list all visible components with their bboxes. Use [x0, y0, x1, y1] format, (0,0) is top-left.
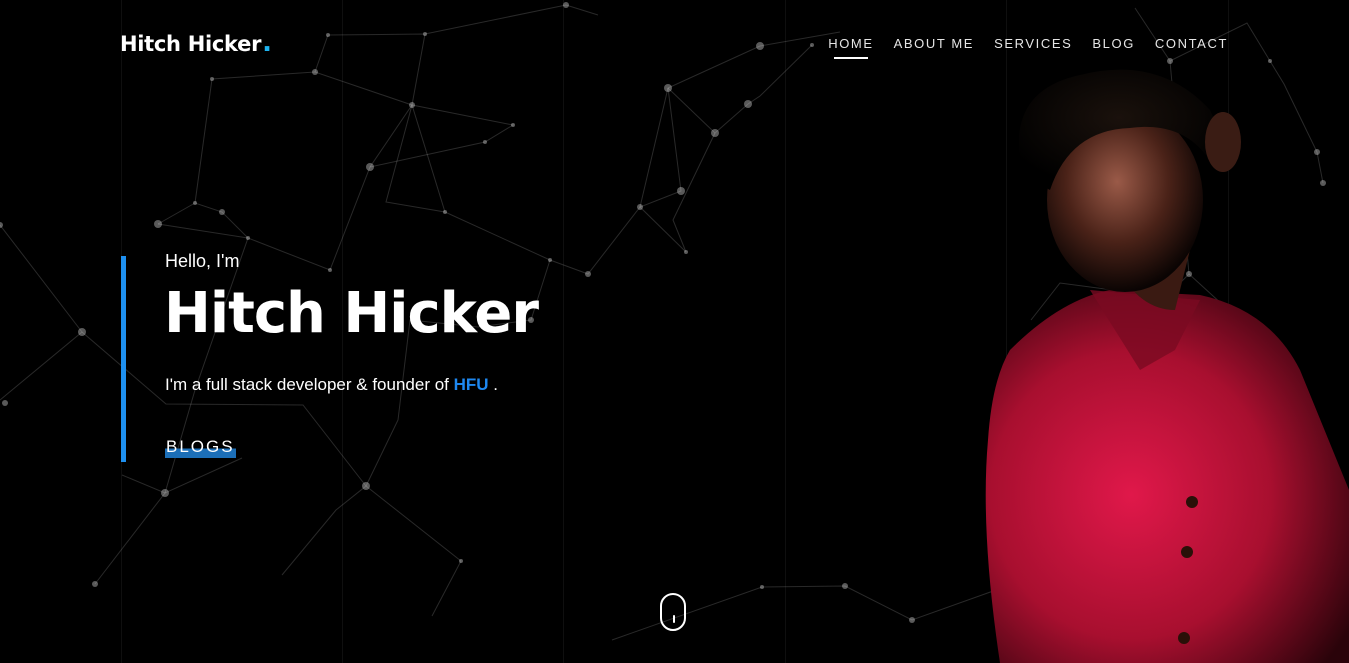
nav-blog[interactable]: BLOG [1092, 36, 1135, 51]
nav-about-me[interactable]: ABOUT ME [894, 36, 974, 51]
logo-dot: . [262, 28, 272, 58]
blogs-button[interactable]: BLOGS [165, 437, 236, 458]
hero-tagline: I'm a full stack developer & founder of … [165, 375, 498, 395]
hero-accent-bar [121, 256, 126, 462]
site-logo[interactable]: Hitch Hicker. [120, 30, 272, 56]
tagline-text: I'm a full stack developer & founder of [165, 375, 454, 394]
hero-greeting: Hello, I'm [165, 251, 240, 271]
tagline-suffix: . [488, 375, 499, 394]
tagline-brand-link[interactable]: HFU [454, 375, 489, 394]
nav-services[interactable]: SERVICES [994, 36, 1072, 51]
portrait-photo [985, 69, 1349, 663]
nav-home[interactable]: HOME [828, 36, 873, 59]
nav-contact[interactable]: CONTACT [1155, 36, 1228, 51]
main-nav: HOME ABOUT ME SERVICES BLOG CONTACT [808, 36, 1228, 59]
logo-text: Hitch Hicker [120, 32, 262, 56]
hero-name: Hitch Hicker [164, 281, 539, 346]
mouse-wheel [673, 615, 675, 623]
mouse-scroll-icon[interactable] [660, 593, 686, 631]
